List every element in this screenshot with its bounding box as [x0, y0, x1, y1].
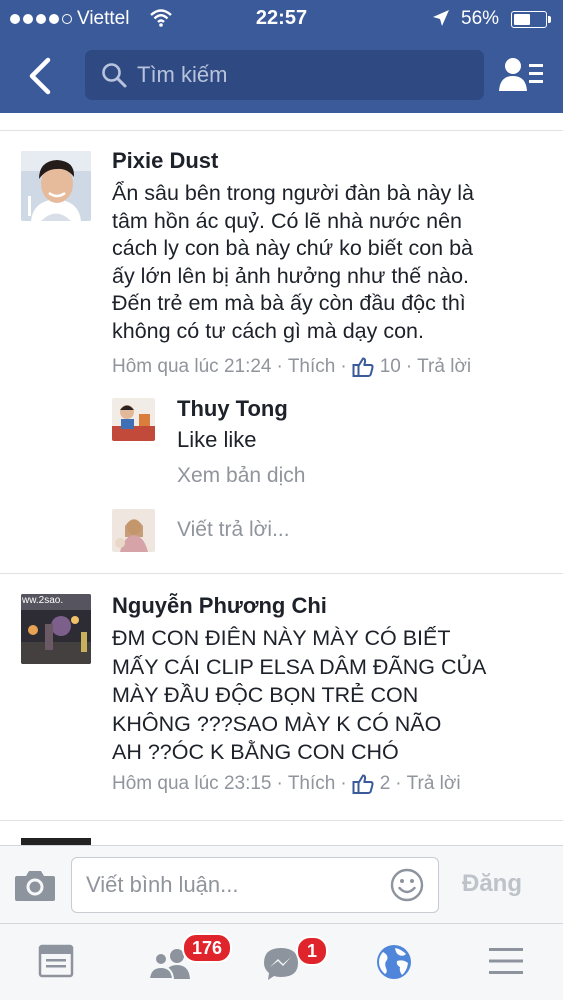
- avatar[interactable]: [112, 398, 155, 441]
- like-link[interactable]: Thích: [288, 356, 336, 378]
- avatar-watermark: ww.2sao.: [22, 595, 64, 606]
- emoji-icon[interactable]: [390, 868, 424, 902]
- comment-divider: [0, 820, 563, 821]
- comment-line: Ẩn sâu bên trong người đàn bà này là: [112, 181, 474, 205]
- search-placeholder: Tìm kiếm: [137, 62, 228, 87]
- comment-timestamp: Hôm qua lúc 21:24: [112, 356, 272, 377]
- comment-line: Đến trẻ em mà bà ấy còn đầu độc thì: [112, 291, 466, 316]
- reply-author[interactable]: Thuy Tong: [177, 396, 288, 422]
- comment-text: Ẩn sâu bên trong người đàn bà này là tâm…: [112, 180, 474, 346]
- like-count[interactable]: 2: [380, 773, 391, 795]
- post-button[interactable]: Đăng: [462, 870, 522, 898]
- location-arrow-icon: [433, 10, 449, 26]
- reply-input[interactable]: Viết trả lời...: [177, 518, 290, 542]
- avatar[interactable]: [21, 151, 91, 221]
- comment-timestamp: Hôm qua lúc 23:15: [112, 773, 272, 794]
- menu-icon[interactable]: [488, 946, 524, 976]
- comment-author[interactable]: Nguyễn Phương Chi: [112, 593, 327, 619]
- back-arrow-icon[interactable]: [24, 56, 58, 96]
- comment-line: cách ly con bà này chứ ko biết con bà: [112, 236, 473, 261]
- like-count[interactable]: 10: [380, 356, 401, 378]
- battery-icon: [511, 11, 547, 28]
- comment-line: tâm hồn ác quỷ. Có lẽ nhà nước nên: [112, 208, 463, 233]
- reply-text: Like like: [177, 427, 257, 452]
- comment-author[interactable]: Pixie Dust: [112, 148, 218, 174]
- messenger-icon[interactable]: [262, 946, 300, 982]
- comment-composer: Viết bình luận... Đăng: [0, 845, 563, 923]
- comment-divider: [0, 573, 563, 574]
- avatar: [112, 509, 155, 552]
- messages-badge: 1: [296, 936, 329, 966]
- content-top-divider: [0, 113, 563, 131]
- notifications-globe-icon[interactable]: [375, 943, 413, 981]
- reply-link[interactable]: Trả lời: [407, 773, 461, 795]
- friend-requests-badge: 176: [182, 933, 233, 963]
- friends-list-icon[interactable]: [498, 55, 546, 95]
- comment-input[interactable]: Viết bình luận...: [71, 857, 439, 913]
- comment-line: ấy lớn lên bị ảnh hưởng như thế nào.: [112, 263, 470, 288]
- next-comment-peek: [21, 838, 91, 845]
- screen: Viettel 22:57 56% Tìm kiếm Pixie Dust Ẩn…: [0, 0, 563, 1000]
- thumbs-up-icon: [352, 357, 374, 377]
- comment-line: MÀY ĐẦU ĐỘC BỌN TRẺ CON: [112, 683, 419, 707]
- status-bar: Viettel 22:57 56%: [0, 6, 563, 32]
- comment-line: không có tư cách gì mà dạy con.: [112, 318, 424, 343]
- comment-line: KHÔNG ???SAO MÀY K CÓ NÃO: [112, 711, 442, 736]
- comment-line: ĐM CON ĐIÊN NÀY MÀY CÓ BIẾT: [112, 626, 451, 650]
- search-input[interactable]: Tìm kiếm: [85, 50, 484, 100]
- comment-meta: Hôm qua lúc 21:24 · Thích · 10 · Trả lời: [112, 356, 472, 378]
- header-bar: Viettel 22:57 56% Tìm kiếm: [0, 0, 563, 113]
- tab-bar: 176 1: [0, 923, 563, 1000]
- avatar[interactable]: ww.2sao.: [21, 594, 91, 664]
- like-link[interactable]: Thích: [288, 773, 336, 795]
- search-icon: [102, 63, 127, 88]
- comment-placeholder: Viết bình luận...: [86, 872, 239, 897]
- battery-percent: 56%: [461, 8, 500, 29]
- thumbs-up-icon: [352, 774, 374, 794]
- reply-link[interactable]: Trả lời: [417, 356, 471, 378]
- news-feed-icon[interactable]: [38, 944, 74, 978]
- comment-meta: Hôm qua lúc 23:15 · Thích · 2 · Trả lời: [112, 773, 461, 795]
- comment-line: MẤY CÁI CLIP ELSA DÂM ĐÃNG CỦA: [112, 654, 487, 679]
- see-translation-link[interactable]: Xem bản dịch: [177, 464, 305, 488]
- comment-line: AH ??ÓC K BẰNG CON CHÓ: [112, 740, 399, 764]
- camera-icon[interactable]: [14, 868, 56, 902]
- comment-text: ĐM CON ĐIÊN NÀY MÀY CÓ BIẾT MẤY CÁI CLIP…: [112, 624, 486, 767]
